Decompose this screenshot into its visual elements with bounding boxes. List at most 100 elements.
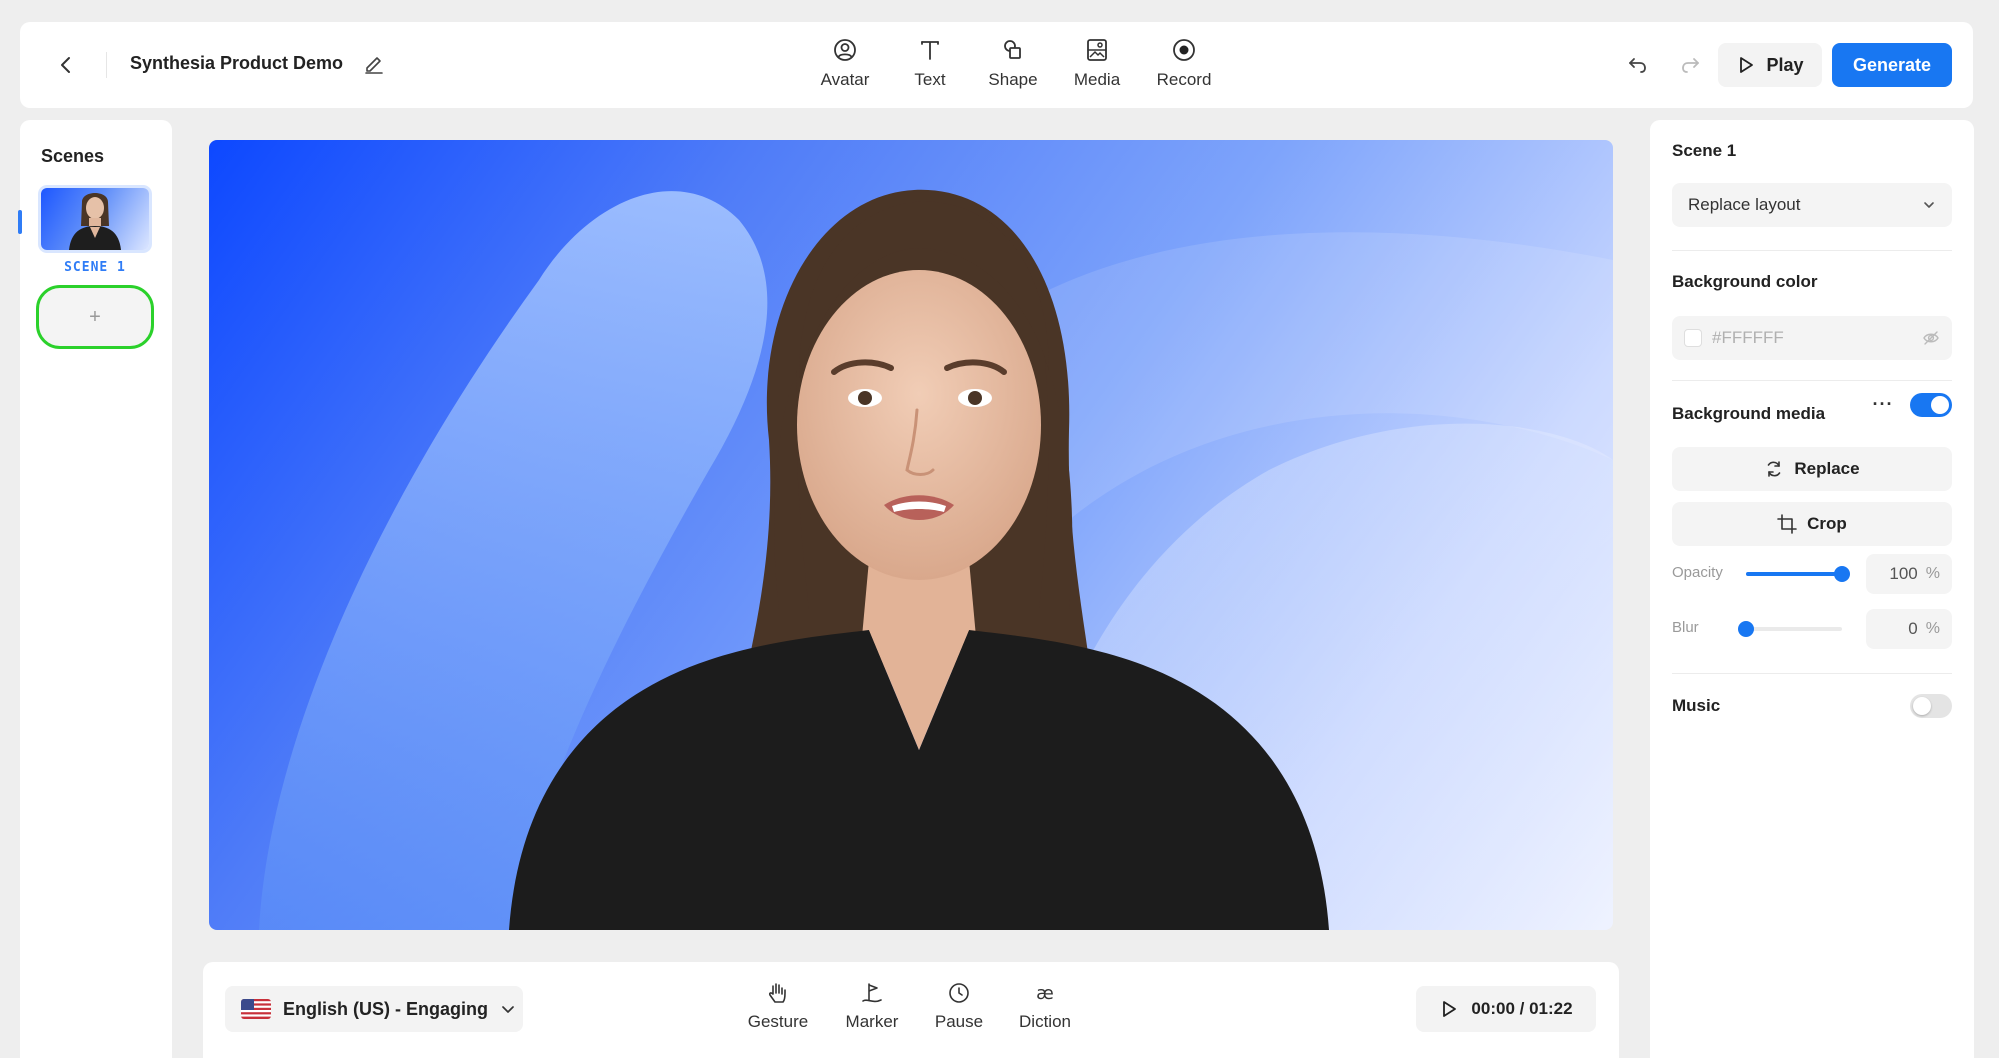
- background-color-label: Background color: [1672, 272, 1818, 291]
- replace-label: Replace: [1794, 459, 1860, 478]
- undo-icon: [1629, 58, 1646, 73]
- language-select[interactable]: English (US) - Engaging: [225, 986, 523, 1032]
- divider: [106, 52, 107, 78]
- blur-slider-thumb[interactable]: [1738, 621, 1754, 637]
- music-toggle[interactable]: [1910, 694, 1952, 718]
- replace-media-button[interactable]: Replace: [1672, 447, 1952, 491]
- crop-icon: [1777, 514, 1797, 534]
- media-icon: [1087, 39, 1107, 61]
- toggle-knob: [1931, 396, 1949, 414]
- shape-icon: [1004, 40, 1021, 59]
- generate-button[interactable]: Generate: [1832, 43, 1952, 87]
- crop-media-button[interactable]: Crop: [1672, 502, 1952, 546]
- tool-label: Avatar: [820, 70, 870, 89]
- scene-label: SCENE 1: [64, 260, 126, 275]
- properties-panel: Scene 1 Replace layout Background color …: [1650, 120, 1974, 1058]
- eye-off-icon[interactable]: [1922, 329, 1940, 347]
- play-label: Play: [1766, 54, 1804, 75]
- background-color-value: #FFFFFF: [1712, 328, 1784, 347]
- tool-gesture[interactable]: Gesture: [738, 980, 818, 1042]
- opacity-label: Opacity: [1672, 564, 1723, 581]
- percent-unit: %: [1925, 565, 1940, 582]
- background-color-field[interactable]: #FFFFFF: [1672, 316, 1952, 360]
- pencil-icon: [365, 57, 383, 74]
- music-label: Music: [1672, 696, 1721, 715]
- undo-button[interactable]: [1620, 48, 1654, 82]
- video-canvas[interactable]: [209, 140, 1613, 930]
- tool-marker[interactable]: Marker: [832, 980, 912, 1042]
- redo-button[interactable]: [1674, 48, 1708, 82]
- more-options-icon[interactable]: ···: [1868, 392, 1898, 416]
- layout-select[interactable]: Replace layout: [1672, 183, 1952, 227]
- redo-icon: [1682, 58, 1699, 73]
- add-scene-button[interactable]: +: [36, 285, 154, 349]
- opacity-slider-fill: [1746, 572, 1842, 576]
- tool-label: Diction: [1019, 1012, 1071, 1031]
- scene-title: Scene 1: [1672, 141, 1737, 160]
- blur-input[interactable]: 0 %: [1866, 609, 1952, 649]
- tool-text[interactable]: Text: [892, 36, 968, 98]
- blur-label: Blur: [1672, 619, 1699, 636]
- svg-text:æ: æ: [1036, 983, 1054, 1004]
- background-shape: [259, 191, 1613, 930]
- divider: [1672, 380, 1952, 381]
- chevron-left-icon: [61, 57, 70, 73]
- opacity-input[interactable]: 100 %: [1866, 554, 1952, 594]
- tool-diction[interactable]: æ Diction: [1005, 980, 1085, 1042]
- divider: [1672, 250, 1952, 251]
- avatar-presenter[interactable]: [209, 140, 1613, 930]
- gesture-icon: [768, 983, 786, 1003]
- text-icon: [921, 41, 939, 60]
- scenes-title: Scenes: [41, 146, 105, 166]
- edit-title-button[interactable]: [360, 50, 388, 78]
- diction-icon: æ: [1036, 983, 1054, 1004]
- chevron-down-icon: [1924, 202, 1934, 208]
- percent-unit: %: [1925, 620, 1940, 637]
- background-media-label: Background media: [1672, 404, 1826, 423]
- play-button[interactable]: Play: [1718, 43, 1822, 87]
- scene-selected-indicator: [18, 210, 22, 234]
- tool-record[interactable]: Record: [1146, 36, 1222, 98]
- avatar-icon: [834, 39, 856, 61]
- play-icon: [1443, 1001, 1457, 1017]
- marker-icon: [862, 983, 882, 1003]
- tool-label: Record: [1156, 70, 1212, 89]
- background-media-toggle[interactable]: [1910, 393, 1952, 417]
- tool-media[interactable]: Media: [1059, 36, 1135, 98]
- replace-icon: [1768, 461, 1781, 477]
- opacity-slider-track[interactable]: [1746, 572, 1842, 576]
- project-title: Synthesia Product Demo: [130, 53, 344, 73]
- tool-shape[interactable]: Shape: [975, 36, 1051, 98]
- tool-label: Text: [914, 70, 946, 89]
- script-toolbar: English (US) - Engaging Gesture Marker P…: [203, 962, 1619, 1058]
- tool-label: Marker: [845, 1012, 899, 1031]
- tool-label: Gesture: [747, 1012, 809, 1031]
- tool-avatar[interactable]: Avatar: [807, 36, 883, 98]
- scene-thumbnail-presenter: [69, 193, 121, 250]
- us-flag-icon: [241, 999, 271, 1019]
- opacity-slider-thumb[interactable]: [1834, 566, 1850, 582]
- toggle-knob: [1913, 697, 1931, 715]
- scene-thumbnail[interactable]: [41, 188, 149, 250]
- blur-slider-track[interactable]: [1746, 627, 1842, 631]
- language-label: English (US) - Engaging: [283, 998, 488, 1019]
- play-icon: [1740, 57, 1754, 73]
- layout-select-label: Replace layout: [1688, 195, 1801, 214]
- tool-label: Media: [1073, 70, 1121, 89]
- pause-clock-icon: [949, 983, 969, 1003]
- scenes-panel: Scenes SCENE 1 +: [18, 120, 172, 1058]
- chevron-down-icon: [502, 1006, 514, 1013]
- tool-pause[interactable]: Pause: [919, 980, 999, 1042]
- opacity-value: 100: [1889, 564, 1918, 583]
- back-button[interactable]: [48, 47, 84, 83]
- preview-play-button[interactable]: 00:00 / 01:22: [1416, 986, 1596, 1032]
- top-toolbar: Synthesia Product Demo Avatar Text Shape…: [20, 22, 1973, 108]
- crop-label: Crop: [1807, 514, 1847, 533]
- blur-value: 0: [1908, 619, 1918, 638]
- color-swatch[interactable]: [1684, 329, 1702, 347]
- divider: [1672, 673, 1952, 674]
- record-icon: [1173, 39, 1195, 61]
- tool-label: Shape: [988, 70, 1038, 89]
- timecode: 00:00 / 01:22: [1471, 999, 1573, 1018]
- tool-label: Pause: [934, 1012, 984, 1031]
